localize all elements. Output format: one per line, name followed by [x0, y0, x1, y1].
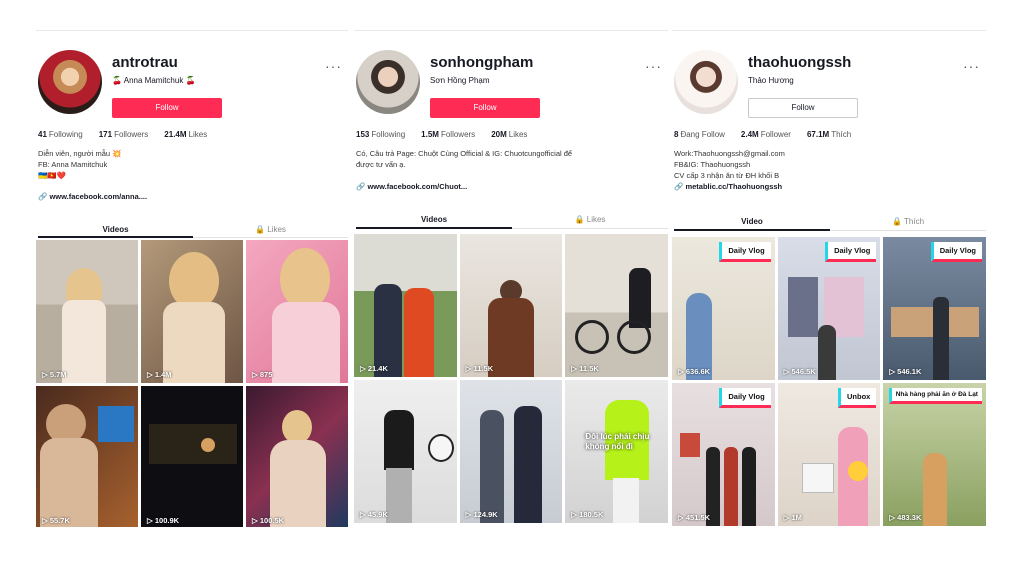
follow-button[interactable]: Follow [430, 98, 540, 118]
divider [672, 30, 986, 31]
view-count: ▷ 483.3K [889, 513, 922, 522]
display-name: Thảo Hương [748, 76, 794, 85]
divider [36, 30, 348, 31]
stat-likes: 21.4M Likes [164, 130, 208, 139]
video-thumbnail[interactable]: ▷ 21.4K [354, 234, 457, 377]
video-thumbnail[interactable]: ▷ 5.7M [36, 240, 138, 383]
bio: Có, Câu trả Page: Chuột Cùng Official & … [356, 148, 656, 170]
stat-following[interactable]: 153 Following [356, 130, 405, 139]
divider [354, 30, 668, 31]
view-count: ▷ 100.5K [252, 516, 285, 525]
bio-line: FB&IG: Thaohuongssh [674, 160, 751, 169]
avatar[interactable] [356, 50, 420, 114]
view-count: ▷ 124.9K [465, 510, 498, 519]
video-thumbnail[interactable]: ▷ 1.4M [141, 240, 243, 383]
view-count: ▷ 1.4M [147, 370, 172, 379]
video-badge: Unbox [837, 388, 877, 408]
video-badge: Daily Vlog [825, 242, 877, 262]
bio-link[interactable]: 🔗 metablic.cc/Thaohuongssh [674, 182, 782, 191]
link-icon: 🔗 [356, 182, 368, 191]
video-badge: Nhà hàng phải ăn ở Đà Lạt [888, 388, 982, 404]
video-thumbnail[interactable]: ▷ 100.9K [141, 386, 243, 527]
bio-line: 🇺🇦🇻🇳❤️ [38, 171, 67, 180]
view-count: ▷ 55.7K [42, 516, 70, 525]
bio-link[interactable]: 🔗 www.facebook.com/anna.... [38, 192, 147, 201]
view-count: ▷ 875 [252, 370, 273, 379]
video-caption: Đôi lúc phải chịu khóng nổi đi [585, 432, 650, 451]
video-grid: ▷ 5.7M ▷ 1.4M ▷ 875 ▷ 55.7K ▷ 100.9K ▷ 1… [36, 240, 348, 527]
tab-active-indicator [356, 227, 512, 229]
video-thumbnail[interactable]: ▷ 875 [246, 240, 348, 383]
bio-line: Work:Thaohuongssh@gmail.com [674, 149, 785, 158]
display-name: 🍒 Anna Mamitchuk 🍒 [112, 76, 196, 85]
video-grid: ▷ 21.4K ▷ 11.5K ▷ 11.5K ▷ 45.9K ▷ 124.9K [354, 234, 668, 523]
view-count: ▷ 546.1K [889, 367, 922, 376]
avatar[interactable] [38, 50, 102, 114]
view-count: ▷ 546.5K [783, 367, 816, 376]
video-thumbnail[interactable]: Unbox ▷ 1M [777, 383, 881, 526]
link-icon: 🔗 [674, 182, 686, 191]
more-horizontal-icon[interactable]: ··· [963, 58, 980, 74]
profile-panel-thaohuongssh: thaohuongssh Thảo Hương ··· Follow 8 Đang… [672, 30, 986, 527]
link-icon: 🔗 [38, 192, 50, 201]
more-horizontal-icon[interactable]: ··· [325, 58, 342, 74]
video-badge: Daily Vlog [930, 242, 982, 262]
video-thumbnail[interactable]: ▷ 55.7K [36, 386, 138, 527]
profile-stats: 8 Đang Follow 2.4M Follower 67.1M Thích [674, 130, 851, 139]
bio-line: được tư vấn ạ. [356, 160, 406, 169]
view-count: ▷ 451.5K [678, 513, 711, 522]
video-thumbnail[interactable]: Nhà hàng phải ăn ở Đà Lạt ▷ 483.3K [883, 383, 986, 526]
video-thumbnail[interactable]: Daily Vlog ▷ 546.5K [777, 237, 881, 380]
view-count: ▷ 45.9K [360, 510, 388, 519]
follow-button[interactable]: Follow [748, 98, 858, 118]
video-thumbnail[interactable]: ▷ 124.9K [459, 380, 563, 523]
stat-following[interactable]: 41 Following [38, 130, 83, 139]
stat-followers[interactable]: 171 Followers [99, 130, 149, 139]
bio-line: Diễn viên, người mẫu 💥 [38, 149, 122, 158]
view-count: ▷ 11.5K [465, 364, 494, 373]
video-thumbnail[interactable]: ▷ 11.5K [565, 234, 668, 377]
view-count: ▷ 636.6K [678, 367, 711, 376]
stat-following[interactable]: 8 Đang Follow [674, 130, 725, 139]
profile-panel-antrotrau: antrotrau 🍒 Anna Mamitchuk 🍒 ··· Follow … [36, 30, 348, 527]
view-count: ▷ 21.4K [360, 364, 388, 373]
view-count: ▷ 180.5K [571, 510, 604, 519]
display-name: Sơn Hồng Phạm [430, 76, 490, 85]
view-count: ▷ 1M [783, 513, 802, 522]
profile-stats: 153 Following 1.5M Followers 20M Likes [356, 130, 527, 139]
bio-line: FB: Anna Mamitchuk [38, 160, 108, 169]
stat-followers[interactable]: 2.4M Follower [741, 130, 791, 139]
bio: Work:Thaohuongssh@gmail.com FB&IG: Thaoh… [674, 148, 974, 181]
video-thumbnail[interactable]: ▷ 100.5K [246, 386, 348, 527]
view-count: ▷ 5.7M [42, 370, 67, 379]
video-thumbnail[interactable]: Daily Vlog ▷ 451.5K [672, 383, 775, 526]
username: antrotrau [112, 54, 178, 71]
avatar[interactable] [674, 50, 738, 114]
follow-button[interactable]: Follow [112, 98, 222, 118]
video-badge: Daily Vlog [719, 388, 771, 408]
bio-line: Có, Câu trả Page: Chuột Cùng Official & … [356, 149, 573, 158]
profile-stats: 41 Following 171 Followers 21.4M Likes [38, 130, 207, 139]
stat-followers[interactable]: 1.5M Followers [421, 130, 475, 139]
stat-likes: 67.1M Thích [806, 130, 852, 139]
tab-active-indicator [674, 229, 830, 231]
bio: Diễn viên, người mẫu 💥 FB: Anna Mamitchu… [38, 148, 338, 181]
video-thumbnail[interactable]: Đôi lúc phải chịu khóng nổi đi ▷ 180.5K [565, 380, 668, 523]
view-count: ▷ 100.9K [147, 516, 180, 525]
video-thumbnail[interactable]: Daily Vlog ▷ 546.1K [883, 237, 986, 380]
video-thumbnail[interactable]: ▷ 45.9K [354, 380, 457, 523]
video-thumbnail[interactable]: ▷ 11.5K [459, 234, 563, 377]
tab-active-indicator [38, 236, 193, 238]
username: sonhongpham [430, 54, 534, 71]
bio-line: CV cấp 3 nhận ăn từ ĐH khối B [674, 171, 780, 180]
stat-likes: 20M Likes [491, 130, 528, 139]
username: thaohuongssh [748, 54, 852, 71]
more-horizontal-icon[interactable]: ··· [645, 58, 662, 74]
bio-link[interactable]: 🔗 www.facebook.com/Chuot... [356, 182, 467, 191]
profile-panel-sonhongpham: sonhongpham Sơn Hồng Phạm ··· Follow 153… [354, 30, 668, 527]
video-badge: Daily Vlog [719, 242, 771, 262]
video-thumbnail[interactable]: Daily Vlog ▷ 636.6K [672, 237, 775, 380]
view-count: ▷ 11.5K [571, 364, 599, 373]
video-grid: Daily Vlog ▷ 636.6K Daily Vlog ▷ 546.5K … [672, 237, 986, 526]
